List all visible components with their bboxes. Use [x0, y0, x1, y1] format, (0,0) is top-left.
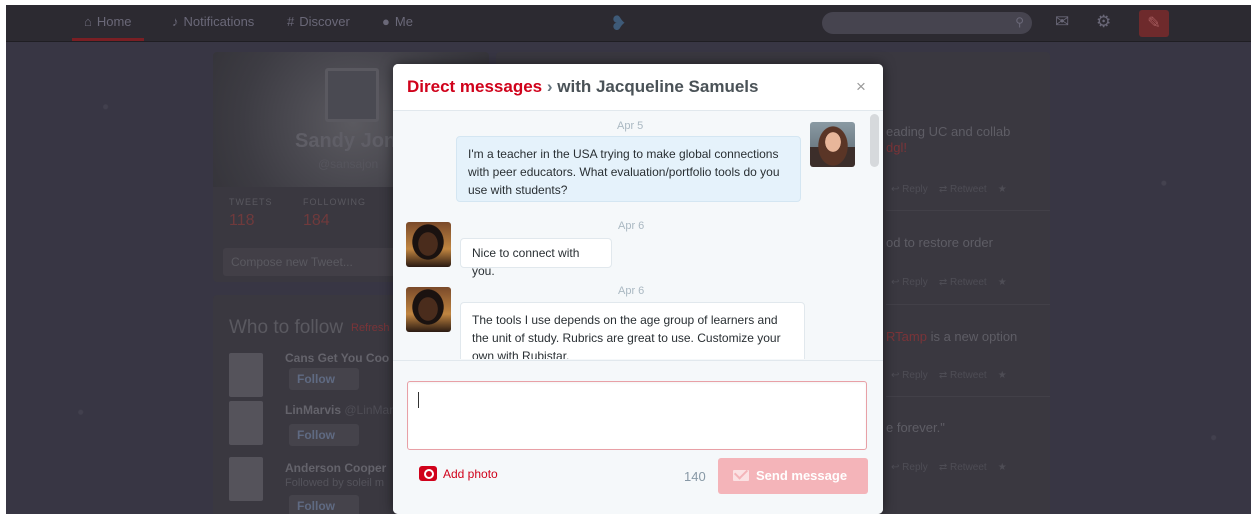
tweet-actions[interactable]: ↩ Reply ⇄ Retweet ★: [891, 184, 1007, 195]
recipient-avatar[interactable]: [406, 222, 451, 267]
suggestion-avatar[interactable]: [229, 457, 263, 501]
nav-home-label: Home: [96, 14, 132, 29]
nav-notifications[interactable]: ♪ Notifications: [172, 5, 254, 41]
tweets-label: TWEETS: [229, 197, 273, 207]
gear-icon[interactable]: ⚙: [1096, 12, 1111, 32]
hashtag-icon: #: [287, 14, 295, 29]
envelope-icon: [733, 470, 749, 481]
suggestion-avatar[interactable]: [229, 401, 263, 445]
search-icon: ⚲: [1015, 15, 1024, 29]
follow-label: Follow: [297, 428, 335, 442]
suggestion-name[interactable]: LinMarvis @LinMar: [285, 403, 393, 417]
nav-discover[interactable]: # Discover: [287, 5, 350, 41]
suggestion-context: Followed by soleil m: [285, 477, 385, 489]
home-icon: ⌂: [84, 14, 92, 29]
suggestion-avatar[interactable]: [229, 353, 263, 397]
profile-handle: @sansajon: [318, 157, 379, 171]
follow-button[interactable]: Follow: [289, 424, 359, 446]
tweet-text: od to restore order: [886, 235, 993, 250]
direct-messages-dialog: Direct messages › with Jacqueline Samuel…: [393, 64, 883, 514]
message-bubble-received: Nice to connect with you.: [460, 238, 612, 278]
character-counter: 140: [684, 469, 706, 484]
tweet-actions[interactable]: ↩ Reply ⇄ Retweet ★: [891, 277, 1007, 288]
tweet-text: eading UC and collab: [886, 124, 1011, 139]
tweet-text: dgl!: [886, 140, 907, 155]
message-date: Apr 6: [618, 220, 645, 232]
twitter-window: ⌂ Home ♪ Notifications # Discover ● Me ❥ ⚲ ✉…: [6, 5, 1251, 514]
profile-avatar[interactable]: [325, 68, 379, 122]
search-input[interactable]: ⚲: [822, 12, 1032, 34]
tweet-text: RTamp is a new option: [886, 329, 1018, 344]
follow-label: Follow: [297, 499, 335, 513]
camera-icon: [419, 466, 437, 481]
nav-notifications-label: Notifications: [183, 14, 255, 29]
conversation-partner-name: with Jacqueline Samuels: [557, 77, 759, 96]
message-input[interactable]: [407, 381, 867, 450]
profile-name[interactable]: Sandy Jon: [295, 130, 396, 153]
tweet-divider: [886, 396, 1050, 397]
tweet-text: e forever.": [886, 420, 945, 435]
message-date: Apr 5: [617, 120, 644, 132]
dialog-title: Direct messages › with Jacqueline Samuel…: [407, 77, 759, 97]
suggestion-name[interactable]: Cans Get You Coo: [285, 351, 389, 365]
following-label: FOLLOWING: [303, 197, 367, 207]
refresh-link[interactable]: Refresh: [351, 322, 390, 334]
person-icon: ●: [382, 14, 390, 29]
add-photo-label: Add photo: [443, 467, 498, 481]
follow-button[interactable]: Follow: [289, 495, 359, 514]
who-to-follow-title: Who to follow: [229, 317, 344, 338]
tweet-divider: [886, 304, 1050, 305]
nav-me[interactable]: ● Me: [382, 5, 413, 41]
tweets-count[interactable]: 118: [229, 212, 255, 230]
quill-icon: ✎: [1147, 15, 1161, 32]
messages-envelope-icon[interactable]: ✉: [1055, 12, 1069, 32]
text-caret: [418, 392, 419, 408]
sender-avatar[interactable]: [810, 122, 855, 167]
send-message-button[interactable]: Send message: [718, 458, 868, 494]
conversation-thread[interactable]: Apr 5 I'm a teacher in the USA trying to…: [393, 111, 883, 359]
scrollbar-thumb[interactable]: [870, 114, 879, 167]
close-icon[interactable]: ×: [856, 78, 866, 95]
recipient-avatar[interactable]: [406, 287, 451, 332]
tweet-actions[interactable]: ↩ Reply ⇄ Retweet ★: [891, 370, 1007, 381]
follow-button[interactable]: Follow: [289, 368, 359, 390]
tweet-actions[interactable]: ↩ Reply ⇄ Retweet ★: [891, 462, 1007, 473]
follow-label: Follow: [297, 372, 335, 386]
compose-tweet-button[interactable]: ✎: [1139, 10, 1169, 37]
direct-messages-link[interactable]: Direct messages: [407, 77, 542, 96]
following-count[interactable]: 184: [303, 212, 330, 230]
twitter-bird-logo: ❥: [610, 13, 627, 35]
breadcrumb-separator: ›: [542, 77, 558, 96]
dialog-header: Direct messages › with Jacqueline Samuel…: [393, 64, 883, 111]
tweet-divider: [886, 210, 1050, 211]
message-date: Apr 6: [618, 285, 645, 297]
nav-home[interactable]: ⌂ Home: [72, 5, 144, 41]
nav-discover-label: Discover: [299, 14, 350, 29]
suggestion-name[interactable]: Anderson Cooper: [285, 461, 386, 475]
top-navigation: ⌂ Home ♪ Notifications # Discover ● Me ❥ ⚲ ✉…: [6, 5, 1251, 42]
nav-me-label: Me: [394, 14, 413, 29]
message-bubble-received: The tools I use depends on the age group…: [460, 302, 805, 359]
message-composer: Add photo 140 Send message: [393, 360, 883, 514]
send-message-label: Send message: [756, 468, 848, 483]
bell-icon: ♪: [172, 14, 179, 29]
message-bubble-sent: I'm a teacher in the USA trying to make …: [456, 136, 801, 202]
